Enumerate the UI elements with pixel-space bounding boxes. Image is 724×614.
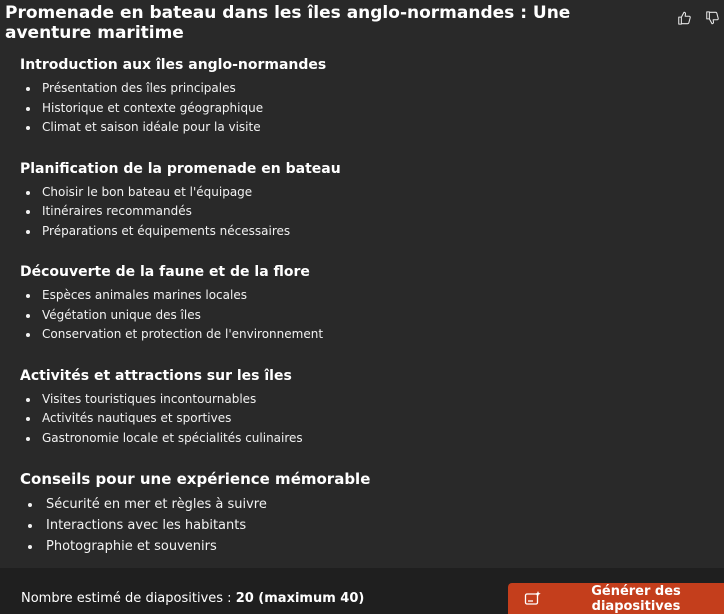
list-item: Végétation unique des îles (20, 306, 710, 326)
header: Promenade en bateau dans les îles anglo-… (5, 3, 645, 43)
list-item: Espèces animales marines locales (20, 286, 710, 306)
bullet-list: Choisir le bon bateau et l'équipage Itin… (20, 183, 710, 242)
bullet-list: Visites touristiques incontournables Act… (20, 390, 710, 449)
list-item: Itinéraires recommandés (20, 202, 710, 222)
bullet-list: Présentation des îles principales Histor… (20, 79, 710, 138)
list-item: Historique et contexte géographique (20, 99, 710, 119)
generate-slides-label: Générer des diapositives (591, 583, 681, 614)
section-title: Introduction aux îles anglo-normandes (20, 57, 327, 73)
outline-section: Introduction aux îles anglo-normandes Pr… (20, 56, 710, 138)
outline-section: Découverte de la faune et de la flore Es… (20, 263, 710, 345)
list-item: Préparations et équipements nécessaires (20, 222, 710, 242)
list-item: Sécurité en mer et règles à suivre (20, 494, 710, 515)
section-title: Activités et attractions sur les îles (20, 367, 292, 384)
list-item: Interactions avec les habitants (20, 515, 710, 536)
slide-count-estimate: Nombre estimé de diapositives : 20 (maxi… (21, 591, 364, 606)
slide-count-label: Nombre estimé de diapositives : (21, 591, 236, 606)
list-item: Choisir le bon bateau et l'équipage (20, 183, 710, 203)
list-item: Présentation des îles principales (20, 79, 710, 99)
list-item: Visites touristiques incontournables (20, 390, 710, 410)
bullet-list: Espèces animales marines locales Végétat… (20, 286, 710, 345)
bullet-list: Sécurité en mer et règles à suivre Inter… (20, 494, 710, 557)
section-title: Conseils pour une expérience mémorable (20, 470, 371, 488)
list-item: Photographie et souvenirs (20, 536, 710, 557)
slide-outline-panel: Promenade en bateau dans les îles anglo-… (0, 0, 724, 614)
generate-slides-button[interactable]: Générer des diapositives (508, 583, 724, 614)
outline: Introduction aux îles anglo-normandes Pr… (20, 56, 710, 579)
outline-section: Conseils pour une expérience mémorable S… (20, 470, 710, 557)
section-title: Planification de la promenade en bateau (20, 160, 341, 177)
thumbs-down-icon[interactable] (704, 10, 720, 26)
section-title: Découverte de la faune et de la flore (20, 264, 310, 280)
outline-section: Planification de la promenade en bateau … (20, 160, 710, 242)
list-item: Gastronomie locale et spécialités culina… (20, 429, 710, 449)
footer-bar: Nombre estimé de diapositives : 20 (maxi… (0, 568, 724, 614)
list-item: Climat et saison idéale pour la visite (20, 118, 710, 138)
slide-count-value: 20 (maximum 40) (235, 591, 365, 606)
list-item: Activités nautiques et sportives (20, 409, 710, 429)
feedback-buttons (676, 10, 720, 26)
thumbs-up-icon[interactable] (676, 10, 692, 26)
list-item: Conservation et protection de l'environn… (20, 325, 710, 345)
page-title: Promenade en bateau dans les îles anglo-… (5, 3, 571, 43)
outline-section: Activités et attractions sur les îles Vi… (20, 367, 710, 449)
sparkle-slides-icon (524, 590, 542, 608)
